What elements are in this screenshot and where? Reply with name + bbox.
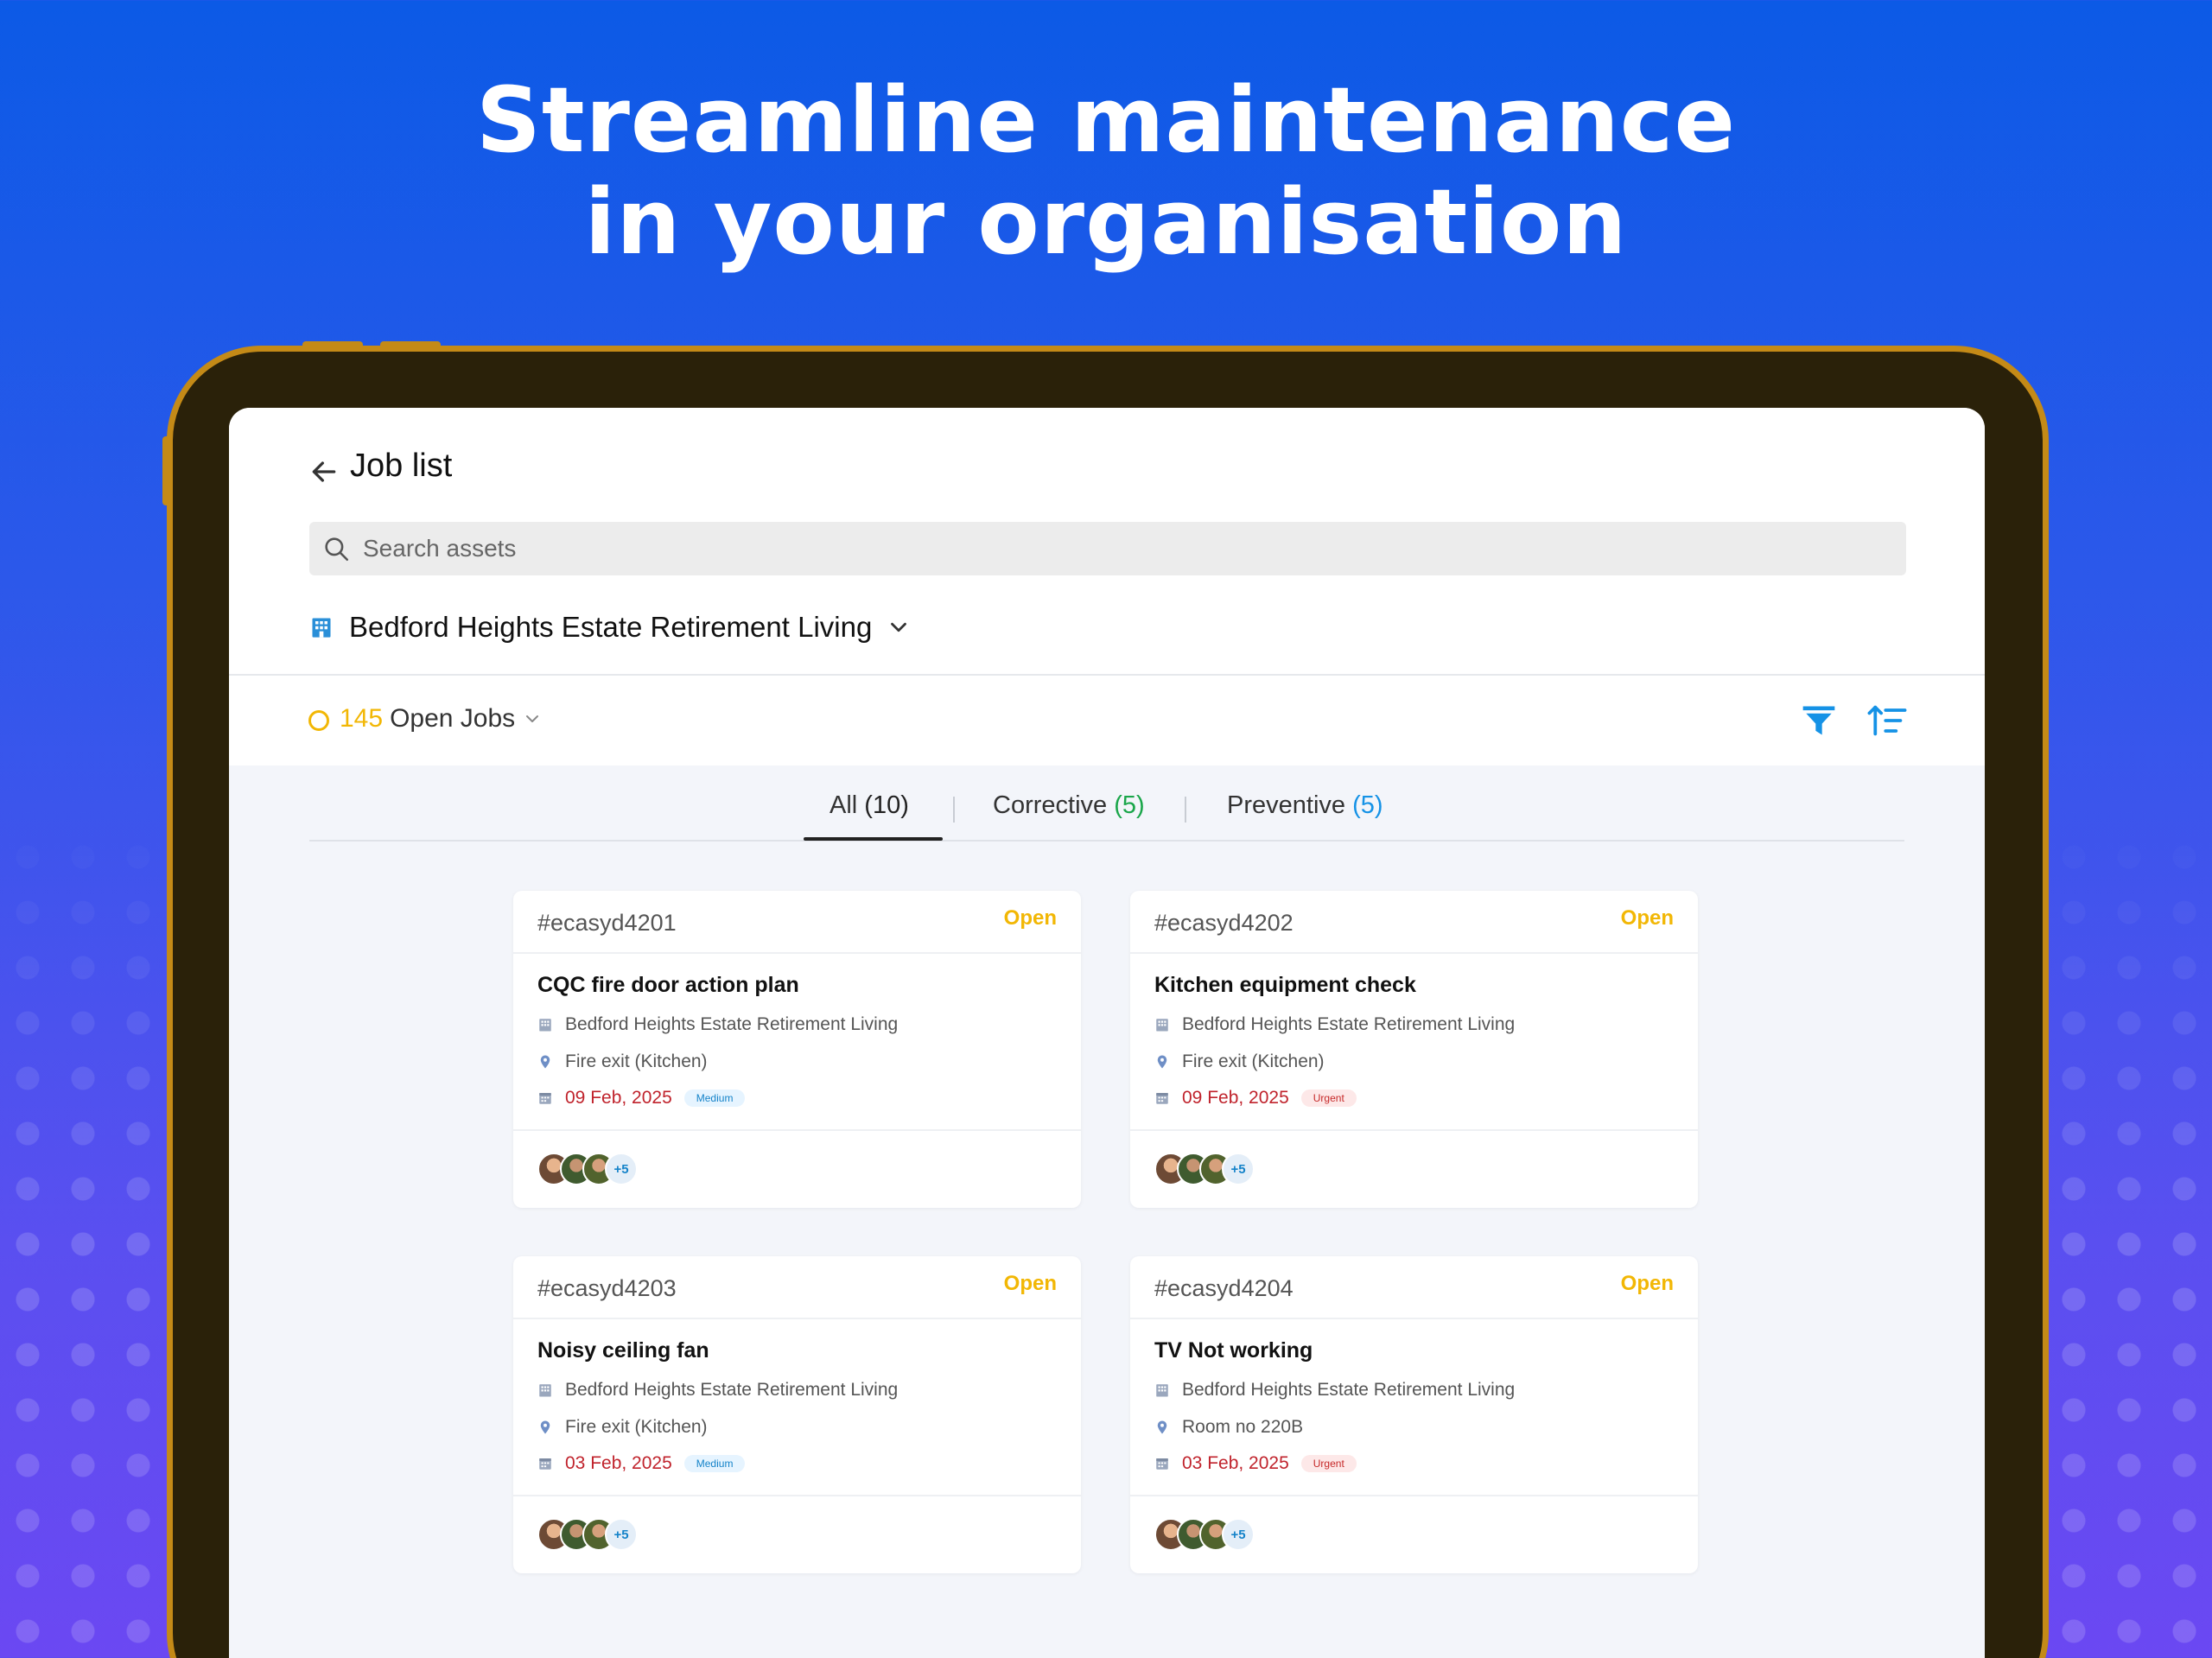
priority-badge: Medium <box>683 1089 746 1107</box>
open-jobs-dropdown[interactable]: 145 Open Jobs <box>340 704 543 734</box>
job-id: #ecasyd4204 <box>1154 1275 1294 1301</box>
job-status: Open <box>1620 906 1674 930</box>
job-site: Bedford Heights Estate Retirement Living <box>565 1014 899 1034</box>
map-pin-icon <box>540 1420 550 1434</box>
priority-badge: Urgent <box>1300 1455 1357 1472</box>
chevron-down-icon <box>891 622 907 632</box>
more-assignees-badge: +5 <box>1222 1153 1255 1185</box>
tablet-volume-button <box>302 341 363 350</box>
header-area: Job list Bedford Heights Estate Retireme… <box>229 408 1985 676</box>
tab-bar: All (10) Corrective (5) Preventive (5) <box>229 765 1985 843</box>
building-icon <box>1156 1019 1168 1032</box>
job-title: CQC fire door action plan <box>537 973 799 997</box>
job-title: TV Not working <box>1154 1338 1313 1363</box>
job-id: #ecasyd4202 <box>1154 910 1294 936</box>
job-id: #ecasyd4203 <box>537 1275 677 1301</box>
building-icon <box>539 1019 551 1032</box>
assignee-avatars: +5 <box>537 1518 638 1551</box>
job-card[interactable]: #ecasyd4202 Open Kitchen equipment check… <box>1130 891 1698 1208</box>
page-title: Job list <box>350 448 453 484</box>
tab-preventive[interactable]: Preventive (5) <box>1227 791 1383 820</box>
tab-corrective-label: Corrective <box>993 791 1108 819</box>
job-title: Noisy ceiling fan <box>537 1338 709 1363</box>
active-tab-indicator <box>804 837 943 841</box>
tab-preventive-label: Preventive <box>1227 791 1346 819</box>
filter-icon[interactable] <box>1800 702 1838 740</box>
tab-separator <box>953 797 955 823</box>
search-bar[interactable] <box>309 522 1906 575</box>
job-location: Fire exit (Kitchen) <box>1182 1051 1325 1071</box>
search-icon <box>325 537 349 562</box>
calendar-icon <box>1156 1458 1168 1470</box>
job-card[interactable]: #ecasyd4203 Open Noisy ceiling fan Bedfo… <box>513 1256 1081 1573</box>
tab-all-label: All <box>830 791 858 819</box>
more-assignees-badge: +5 <box>1222 1518 1255 1551</box>
more-assignees-badge: +5 <box>605 1153 638 1185</box>
assignee-avatars: +5 <box>1154 1153 1255 1185</box>
tablet-side-button <box>162 436 171 505</box>
assignee-avatars: +5 <box>1154 1518 1255 1551</box>
more-assignees-badge: +5 <box>605 1518 638 1551</box>
calendar-icon <box>1156 1093 1168 1104</box>
job-date: 03 Feb, 2025 <box>1182 1453 1289 1473</box>
job-site: Bedford Heights Estate Retirement Living <box>565 1380 899 1400</box>
priority-badge: Medium <box>683 1455 746 1472</box>
building-icon <box>539 1384 551 1397</box>
map-pin-icon <box>1157 1420 1167 1434</box>
building-icon <box>1156 1384 1168 1397</box>
tab-separator <box>1185 797 1186 823</box>
app-screen: Job list Bedford Heights Estate Retireme… <box>229 408 1985 1658</box>
job-status: Open <box>1620 1272 1674 1295</box>
arrow-left-icon[interactable] <box>307 454 341 489</box>
tablet-volume-button <box>380 341 441 350</box>
building-icon <box>312 618 331 638</box>
calendar-icon <box>539 1458 551 1470</box>
job-card[interactable]: #ecasyd4204 Open TV Not working Bedford … <box>1130 1256 1698 1573</box>
tab-corrective[interactable]: Corrective (5) <box>993 791 1145 820</box>
job-site: Bedford Heights Estate Retirement Living <box>1182 1014 1516 1034</box>
job-location: Room no 220B <box>1182 1417 1304 1437</box>
site-name: Bedford Heights Estate Retirement Living <box>349 611 873 643</box>
job-id: #ecasyd4201 <box>537 910 677 936</box>
tab-all-count: (10) <box>864 791 909 819</box>
calendar-icon <box>539 1093 551 1104</box>
tabs-divider <box>309 840 1904 842</box>
job-status: Open <box>1003 906 1057 930</box>
job-status: Open <box>1003 1272 1057 1295</box>
job-card[interactable]: #ecasyd4201 Open CQC fire door action pl… <box>513 891 1081 1208</box>
map-pin-icon <box>1157 1055 1167 1069</box>
search-input[interactable] <box>363 522 1875 575</box>
job-site: Bedford Heights Estate Retirement Living <box>1182 1380 1516 1400</box>
headline-line-1: Streamline maintenance <box>476 67 1736 173</box>
job-location: Fire exit (Kitchen) <box>565 1417 708 1437</box>
site-selector[interactable]: Bedford Heights Estate Retirement Living <box>309 608 912 646</box>
map-pin-icon <box>540 1055 550 1069</box>
open-jobs-count: 145 <box>340 704 384 733</box>
job-date: 03 Feb, 2025 <box>565 1453 672 1473</box>
open-jobs-label: Open Jobs <box>390 704 516 733</box>
job-title: Kitchen equipment check <box>1154 973 1416 997</box>
headline-line-2: in your organisation <box>584 169 1628 275</box>
job-location: Fire exit (Kitchen) <box>565 1051 708 1071</box>
tab-preventive-count: (5) <box>1352 791 1383 819</box>
assignee-avatars: +5 <box>537 1153 638 1185</box>
tab-corrective-count: (5) <box>1114 791 1145 819</box>
chevron-down-icon <box>526 715 539 722</box>
open-status-icon <box>308 710 329 731</box>
jobs-bar: 145 Open Jobs <box>229 676 1985 765</box>
tab-all[interactable]: All (10) <box>830 791 909 820</box>
priority-badge: Urgent <box>1300 1089 1357 1107</box>
job-date: 09 Feb, 2025 <box>565 1088 672 1108</box>
headline: Streamline maintenance in your organisat… <box>0 69 2212 273</box>
job-date: 09 Feb, 2025 <box>1182 1088 1289 1108</box>
sort-icon[interactable] <box>1866 702 1908 740</box>
